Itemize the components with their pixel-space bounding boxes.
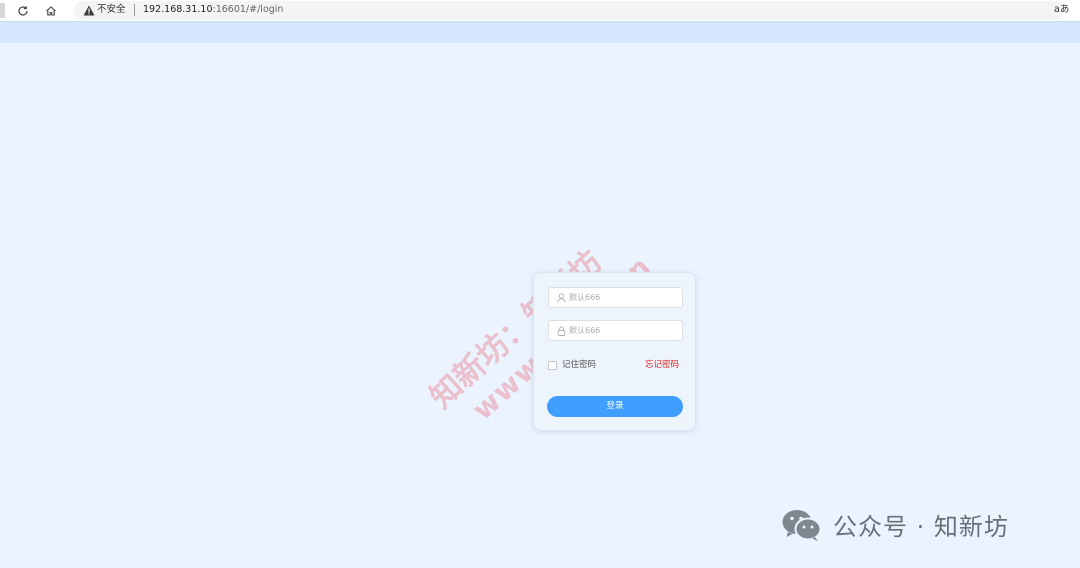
username-input[interactable]	[569, 290, 679, 305]
read-aloud-icon[interactable]: aあ	[1054, 3, 1069, 17]
tab-strip-edge	[0, 3, 5, 18]
footer-brand-text: 公众号 · 知新坊	[833, 513, 1009, 541]
password-input[interactable]	[569, 323, 679, 338]
remember-password[interactable]: 记住密码	[548, 360, 596, 370]
app-header-strip	[0, 21, 1080, 43]
browser-toolbar: 不安全 192.168.31.10:16601/#/login aあ	[0, 0, 1080, 21]
url-text[interactable]: 192.168.31.10:16601/#/login	[143, 3, 283, 17]
home-icon[interactable]	[42, 2, 60, 19]
login-card: 记住密码 忘记密码 登录	[533, 272, 696, 431]
remember-label[interactable]: 记住密码	[562, 360, 596, 370]
password-field[interactable]	[548, 320, 683, 341]
login-button[interactable]: 登录	[547, 396, 683, 417]
wechat-icon	[782, 509, 822, 541]
username-field[interactable]	[548, 287, 683, 308]
forgot-password-link[interactable]: 忘记密码	[645, 360, 679, 370]
footer-brand: 公众号 · 知新坊	[781, 507, 1009, 542]
url-path: :16601/#/login	[212, 4, 284, 15]
remember-checkbox[interactable]	[548, 360, 557, 370]
address-separator	[134, 4, 135, 16]
url-host: 192.168.31.10	[143, 4, 213, 15]
warning-icon[interactable]	[82, 3, 95, 17]
reload-icon[interactable]	[14, 2, 32, 19]
security-status-label[interactable]: 不安全	[97, 3, 126, 17]
lock-icon	[556, 325, 566, 337]
user-icon	[556, 292, 566, 304]
